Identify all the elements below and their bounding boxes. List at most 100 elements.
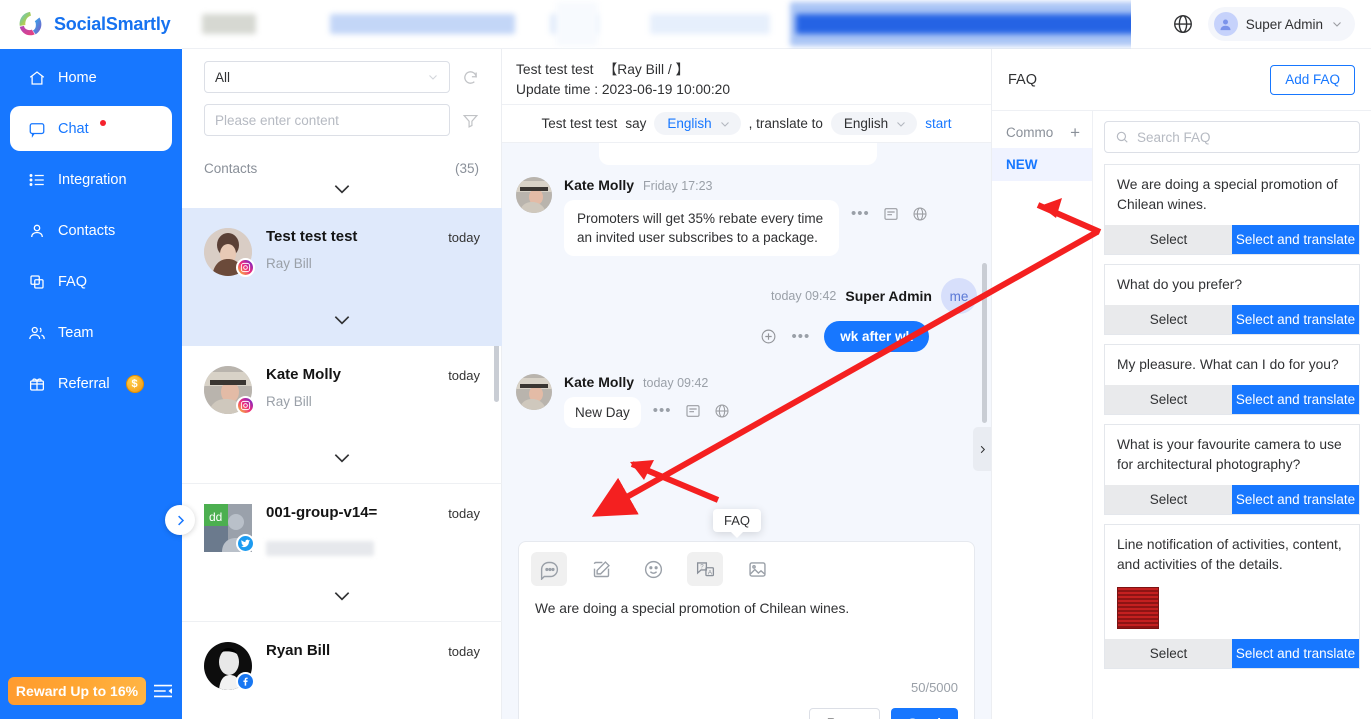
add-icon[interactable]: [760, 328, 777, 345]
reward-banner[interactable]: Reward Up to 16%: [8, 677, 146, 705]
contact-name: Ryan Bill: [266, 642, 331, 659]
add-faq-button[interactable]: Add FAQ: [1270, 64, 1355, 95]
list-item-top: Kate Molly Ray Bill today: [204, 366, 480, 415]
faq-card-actions: Select Select and translate: [1105, 225, 1359, 254]
contact-subtitle-redacted: [266, 541, 374, 556]
facebook-badge-icon: [236, 672, 255, 691]
sidebar-item-contacts[interactable]: Contacts: [10, 208, 172, 253]
message-input[interactable]: We are doing a special promotion of Chil…: [519, 586, 974, 619]
message-bubble-row: Promoters will get 35% rebate every time…: [564, 200, 977, 256]
sidebar-item-label: Integration: [58, 171, 127, 188]
collapse-sidebar-icon[interactable]: [152, 682, 174, 700]
faq-card-actions: Select Select and translate: [1105, 639, 1359, 668]
sidebar-item-home[interactable]: Home: [10, 55, 172, 100]
sidebar-item-faq[interactable]: FAQ: [10, 259, 172, 304]
sidebar-item-chat[interactable]: Chat: [10, 106, 172, 151]
contact-name: 001-group-v14=: [266, 504, 378, 521]
translate-globe-icon[interactable]: [714, 403, 730, 419]
note-icon[interactable]: [883, 206, 899, 222]
message-meta: Kate Molly Friday 17:23: [564, 177, 977, 193]
faq-search-input[interactable]: Search FAQ: [1104, 121, 1360, 153]
list-item[interactable]: Ryan Bill today: [182, 622, 502, 719]
reset-button[interactable]: Reset: [808, 708, 880, 719]
list-item[interactable]: dd 001-group-v14= today: [182, 484, 502, 622]
edit-icon[interactable]: [583, 552, 619, 586]
contact-expand-toggle[interactable]: [182, 313, 502, 327]
globe-icon[interactable]: [1172, 13, 1194, 35]
home-icon: [28, 69, 46, 87]
faq-question: We are doing a special promotion of Chil…: [1117, 177, 1338, 212]
image-icon[interactable]: [739, 552, 775, 586]
contact-name: Test test test: [266, 228, 358, 245]
sidebar-item-team[interactable]: Team: [10, 310, 172, 355]
sidebar-expand-handle[interactable]: [165, 505, 195, 535]
faq-category-new[interactable]: NEW: [992, 148, 1092, 181]
faq-select-button[interactable]: Select: [1105, 225, 1232, 254]
faq-select-translate-button[interactable]: Select and translate: [1232, 225, 1359, 254]
faq-select-translate-button[interactable]: Select and translate: [1232, 639, 1359, 668]
list-item-top: Ryan Bill today: [204, 642, 480, 691]
faq-card-actions: Select Select and translate: [1105, 485, 1359, 514]
emoji-icon[interactable]: [635, 552, 671, 586]
faq-item-list[interactable]: Search FAQ We are doing a special promot…: [1093, 111, 1371, 719]
faq-select-translate-button[interactable]: Select and translate: [1232, 385, 1359, 414]
faq-category-list: Commo + NEW: [992, 111, 1093, 719]
quick-reply-icon[interactable]: [531, 552, 567, 586]
more-options-icon[interactable]: •••: [791, 329, 810, 344]
contact-expand-toggle[interactable]: [182, 451, 502, 465]
message-list[interactable]: Kate Molly Friday 17:23 Promoters will g…: [502, 143, 991, 483]
plus-icon[interactable]: +: [1070, 124, 1080, 141]
message-list-scrollbar[interactable]: [982, 263, 987, 423]
brand-logo[interactable]: SocialSmartly: [0, 0, 182, 49]
top-bar: SocialSmartly Super Admin: [0, 0, 1371, 49]
faq-select-translate-button[interactable]: Select and translate: [1232, 305, 1359, 334]
list-item-text: Test test test Ray Bill: [266, 228, 434, 271]
translate-globe-icon[interactable]: [912, 206, 928, 222]
faq-category-header: Commo +: [992, 117, 1092, 148]
contact-name: Kate Molly: [266, 366, 342, 383]
faq-attachment-image[interactable]: [1117, 587, 1159, 629]
sidebar-item-integration[interactable]: Integration: [10, 157, 172, 202]
contact-list[interactable]: Test test test Ray Bill today Kate Molly…: [182, 208, 502, 719]
avatar: [1213, 12, 1238, 36]
contact-search-input[interactable]: Please enter content: [204, 104, 450, 136]
funnel-icon[interactable]: [462, 112, 479, 129]
chat-panel-expand-handle[interactable]: [973, 427, 991, 471]
more-options-icon[interactable]: •••: [653, 403, 672, 418]
faq-body: Commo + NEW Search FAQ We are doing a sp…: [992, 111, 1371, 719]
send-button[interactable]: Send: [890, 708, 958, 719]
list-item[interactable]: Kate Molly Ray Bill today: [182, 346, 502, 484]
message-actions: •••: [851, 200, 928, 222]
start-translate-button[interactable]: start: [925, 116, 951, 131]
chevron-right-icon: [177, 515, 184, 525]
avatar: [204, 228, 255, 277]
socialsmartly-logo-icon: [19, 11, 42, 36]
faq-select-button[interactable]: Select: [1105, 639, 1232, 668]
message-sender: Kate Molly: [564, 374, 635, 390]
message-actions: •••: [653, 397, 730, 419]
channel-filter-select[interactable]: All: [204, 61, 450, 93]
refresh-icon[interactable]: [462, 69, 479, 86]
note-icon[interactable]: [685, 403, 701, 419]
contacts-collapse-toggle[interactable]: [182, 176, 501, 206]
chevron-right-icon: [980, 445, 985, 453]
user-menu[interactable]: Super Admin: [1207, 7, 1355, 41]
faq-select-button[interactable]: Select: [1105, 305, 1232, 334]
faq-select-button[interactable]: Select: [1105, 485, 1232, 514]
more-options-icon[interactable]: •••: [851, 206, 870, 221]
faq-select-button[interactable]: Select: [1105, 385, 1232, 414]
composer-buttons: Reset Send: [808, 708, 958, 719]
chat-panel: Test test test 【Ray Bill / 】 Update time …: [502, 49, 992, 719]
svg-text:A: A: [707, 569, 712, 576]
source-language-select[interactable]: English: [654, 112, 741, 135]
contact-expand-toggle[interactable]: [182, 589, 502, 603]
faq-card: What do you prefer? Select Select and tr…: [1104, 264, 1360, 335]
target-language-select[interactable]: English: [830, 112, 918, 135]
faq-select-translate-button[interactable]: Select and translate: [1232, 485, 1359, 514]
list-item[interactable]: Test test test Ray Bill today: [182, 208, 502, 346]
sidebar-item-referral[interactable]: Referral $: [10, 361, 172, 406]
chevron-down-icon: [334, 454, 350, 463]
chat-header-title-row: Test test test 【Ray Bill / 】: [516, 58, 991, 78]
top-bar-right: Super Admin: [1131, 0, 1371, 49]
faq-icon[interactable]: ? A: [687, 552, 723, 586]
